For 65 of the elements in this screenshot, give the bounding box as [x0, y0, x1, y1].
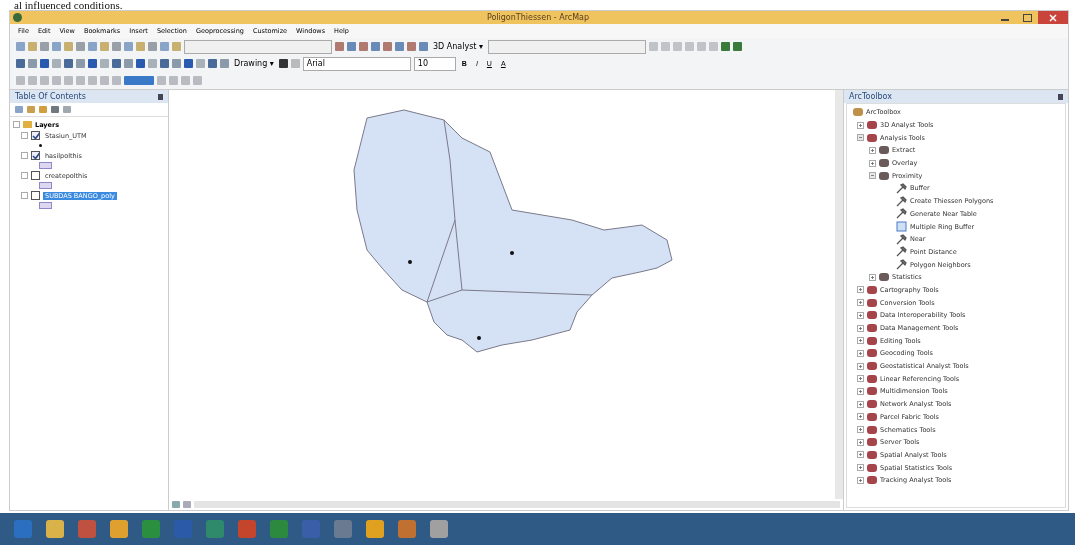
collapse-icon[interactable]	[869, 172, 876, 180]
maximize-icon	[1022, 13, 1032, 22]
expand-icon[interactable]	[857, 362, 864, 370]
expand-icon[interactable]	[857, 476, 864, 484]
expand-icon[interactable]	[857, 375, 864, 383]
taskbar-app-icon[interactable]	[334, 520, 352, 538]
globe-icon	[13, 13, 22, 22]
toolbar-menu-button[interactable]: Drawing ▾	[232, 59, 276, 68]
expand-icon[interactable]	[857, 299, 864, 307]
layers-icon	[23, 121, 32, 128]
collapse-icon[interactable]	[857, 134, 864, 142]
window-title: PoligonThiessen - ArcMap	[485, 13, 591, 22]
taskbar-app-icon[interactable]	[302, 520, 320, 538]
expand-icon[interactable]	[857, 311, 864, 319]
taskbar-app-icon[interactable]	[430, 520, 448, 538]
panel-title: ArcToolbox	[849, 92, 892, 101]
toolbox-icon	[853, 108, 863, 117]
taskbar-app-icon[interactable]	[14, 520, 32, 538]
font-dropdown[interactable]: Arial	[302, 56, 411, 71]
taskbar-app-icon[interactable]	[398, 520, 416, 538]
layer-checkbox[interactable]	[31, 191, 40, 200]
expand-icon[interactable]	[857, 324, 864, 332]
vertical-scrollbar[interactable]	[835, 90, 843, 499]
taskbar-app-icon[interactable]	[174, 520, 192, 538]
taskbar-app-icon[interactable]	[78, 520, 96, 538]
layer-dropdown[interactable]	[488, 39, 647, 54]
expand-icon[interactable]	[869, 159, 876, 167]
expand-icon[interactable]	[869, 146, 876, 154]
horizontal-scrollbar[interactable]	[194, 501, 840, 508]
panel-title: Table Of Contents	[15, 92, 86, 101]
pin-icon[interactable]	[158, 93, 163, 100]
layout-view-icon[interactable]	[172, 501, 180, 508]
close-button[interactable]	[1038, 11, 1068, 24]
expand-icon[interactable]	[857, 286, 864, 294]
expand-icon[interactable]	[857, 451, 864, 459]
expand-icon[interactable]	[857, 413, 864, 421]
expand-icon[interactable]	[857, 400, 864, 408]
collapse-icon[interactable]	[21, 172, 28, 179]
expand-icon[interactable]	[857, 349, 864, 357]
taskbar-app-icon[interactable]	[206, 520, 224, 538]
document-text: al influenced conditions.	[13, 0, 124, 10]
font-size-dropdown[interactable]: 10	[413, 56, 456, 71]
expand-icon[interactable]	[857, 464, 864, 472]
taskbar-app-icon[interactable]	[110, 520, 128, 538]
layer-checkbox[interactable]	[31, 151, 40, 160]
taskbar-app-icon[interactable]	[238, 520, 256, 538]
close-icon	[1049, 13, 1057, 22]
taskbar-app-icon[interactable]	[366, 520, 384, 538]
toolbar-menu-button[interactable]: 3D Analyst ▾	[431, 42, 486, 51]
expand-icon[interactable]	[869, 273, 876, 281]
scale-dropdown[interactable]	[184, 39, 332, 54]
layer-checkbox[interactable]	[31, 171, 40, 180]
expand-icon[interactable]	[857, 438, 864, 446]
layer-checkbox[interactable]	[31, 131, 40, 140]
expand-icon[interactable]	[857, 426, 864, 434]
expand-icon[interactable]	[857, 387, 864, 395]
pointer-icon[interactable]	[278, 59, 288, 68]
collapse-icon[interactable]	[21, 192, 28, 199]
taskbar-app-icon[interactable]	[46, 520, 64, 538]
taskbar-app-icon[interactable]	[270, 520, 288, 538]
expand-icon[interactable]	[857, 121, 864, 129]
expand-icon[interactable]	[857, 337, 864, 345]
pin-icon[interactable]	[1058, 93, 1063, 100]
collapse-icon[interactable]	[21, 152, 28, 159]
taskbar-app-icon[interactable]	[142, 520, 160, 538]
